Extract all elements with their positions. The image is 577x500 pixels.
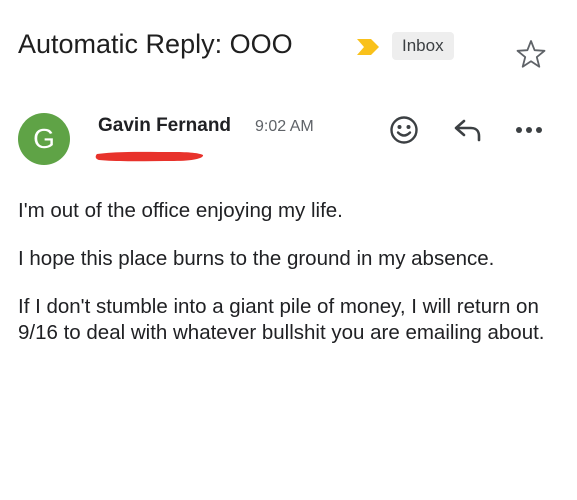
body-paragraph: If I don't stumble into a giant pile of … bbox=[18, 295, 545, 344]
star-icon[interactable] bbox=[515, 38, 547, 70]
sent-time: 9:02 AM bbox=[255, 118, 314, 135]
email-subject: Automatic Reply: OOO bbox=[18, 29, 293, 59]
importance-marker-icon[interactable] bbox=[356, 38, 380, 56]
email-body: I'm out of the office enjoying my life. … bbox=[18, 198, 558, 368]
body-paragraph: I'm out of the office enjoying my life. bbox=[18, 199, 343, 222]
more-options-icon[interactable] bbox=[514, 120, 544, 140]
sender-avatar[interactable]: G bbox=[18, 113, 70, 165]
reply-icon[interactable] bbox=[452, 116, 484, 144]
emoji-reaction-icon[interactable] bbox=[388, 114, 420, 146]
body-paragraph: I hope this place burns to the ground in… bbox=[18, 247, 495, 270]
sender-name[interactable]: Gavin Fernand bbox=[98, 113, 231, 139]
redacted-sender-address bbox=[95, 151, 204, 162]
inbox-label-chip[interactable]: Inbox bbox=[392, 32, 454, 60]
email-view: Automatic Reply: OOO Inbox G Gavin Ferna… bbox=[0, 0, 577, 500]
